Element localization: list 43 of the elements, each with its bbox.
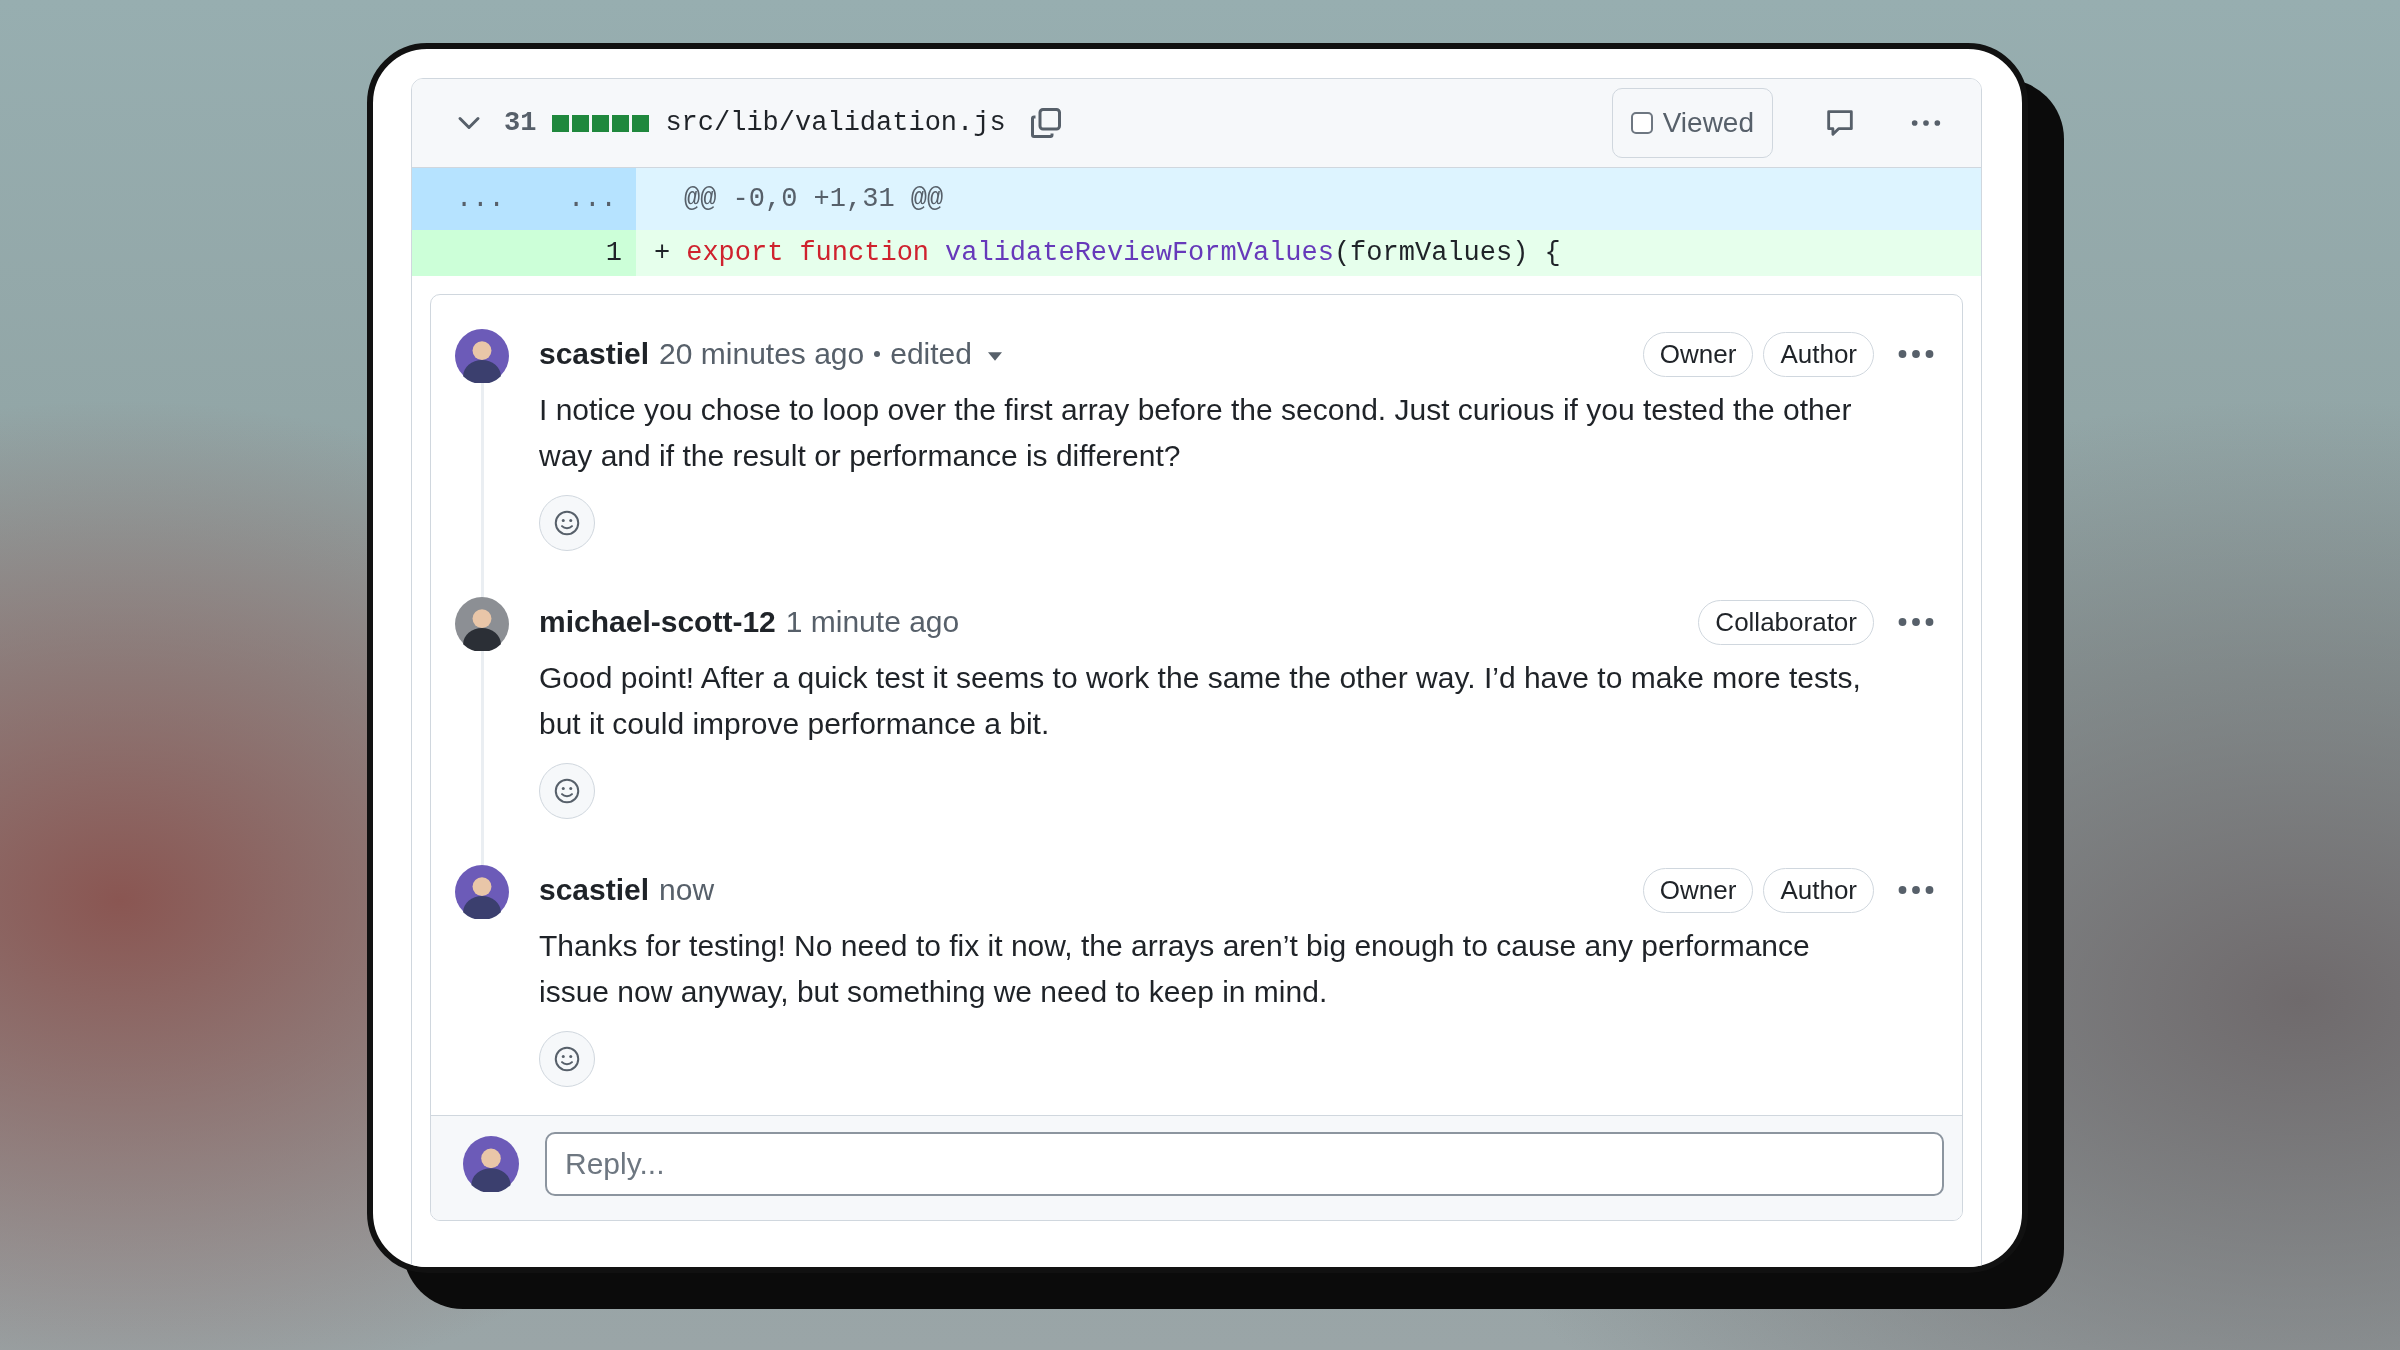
line-number: ... <box>524 168 636 230</box>
more-icon[interactable] <box>1898 616 1934 628</box>
bullet-icon <box>874 351 881 357</box>
author-name[interactable]: scastiel <box>539 873 650 907</box>
hunk-header: @@ -0,0 +1,31 @@ <box>683 184 944 214</box>
smiley-icon <box>552 776 582 806</box>
avatar[interactable] <box>455 865 509 919</box>
comment-text: Good point! After a quick test it seems to work the same the other way. I’d have to make more tests, but it could improve performance a bit. <box>539 660 1862 742</box>
more-icon[interactable] <box>1898 348 1934 360</box>
file-path[interactable]: src/lib/validation.js <box>665 108 1006 138</box>
reply-field[interactable]: Reply... <box>545 1132 1944 1196</box>
caret-icon[interactable] <box>988 351 1002 361</box>
add-reaction-button[interactable] <box>539 1031 595 1087</box>
code-token: (formValues) { <box>1333 238 1561 268</box>
add-reaction-button[interactable] <box>539 763 595 819</box>
add-reaction-button[interactable] <box>539 495 595 551</box>
code-token: export <box>686 238 784 268</box>
code-token: validateReviewFormValues <box>945 238 1334 268</box>
diffstat-block <box>552 114 570 132</box>
code-token: function <box>799 238 930 268</box>
more-icon[interactable] <box>1898 884 1934 896</box>
line-number: 1 <box>524 230 636 276</box>
avatar <box>463 1136 519 1192</box>
diff-sign: + <box>654 238 671 268</box>
diffstat-block <box>632 114 650 132</box>
edited-label[interactable]: edited <box>890 337 972 371</box>
smiley-icon <box>552 1044 582 1074</box>
comment-text: Thanks for testing! No need to fix it now, the arrays aren’t big enough to cause any performance issue now anyway, but something we need to keep in mind. <box>539 928 1811 1010</box>
line-number: ... <box>412 168 524 230</box>
diffstat-block <box>592 114 610 132</box>
avatar[interactable] <box>455 329 509 383</box>
viewed-button[interactable]: Viewed <box>1611 88 1773 158</box>
avatar[interactable] <box>455 597 509 651</box>
comment-text: I notice you chose to loop over the first array before the second. Just curious if you tested the other way and if the result or performance is different? <box>539 392 1853 474</box>
diffstat-block <box>612 114 630 132</box>
diffstat-block <box>572 114 590 132</box>
lines-changed-count: 31 <box>504 108 537 138</box>
smiley-icon <box>552 508 582 538</box>
timestamp[interactable]: 1 minute ago <box>785 605 960 639</box>
author-name[interactable]: scastiel <box>539 337 650 371</box>
timestamp[interactable]: now <box>659 873 715 907</box>
author-name[interactable]: michael-scott-12 <box>539 605 776 639</box>
timestamp[interactable]: 20 minutes ago <box>659 337 865 371</box>
